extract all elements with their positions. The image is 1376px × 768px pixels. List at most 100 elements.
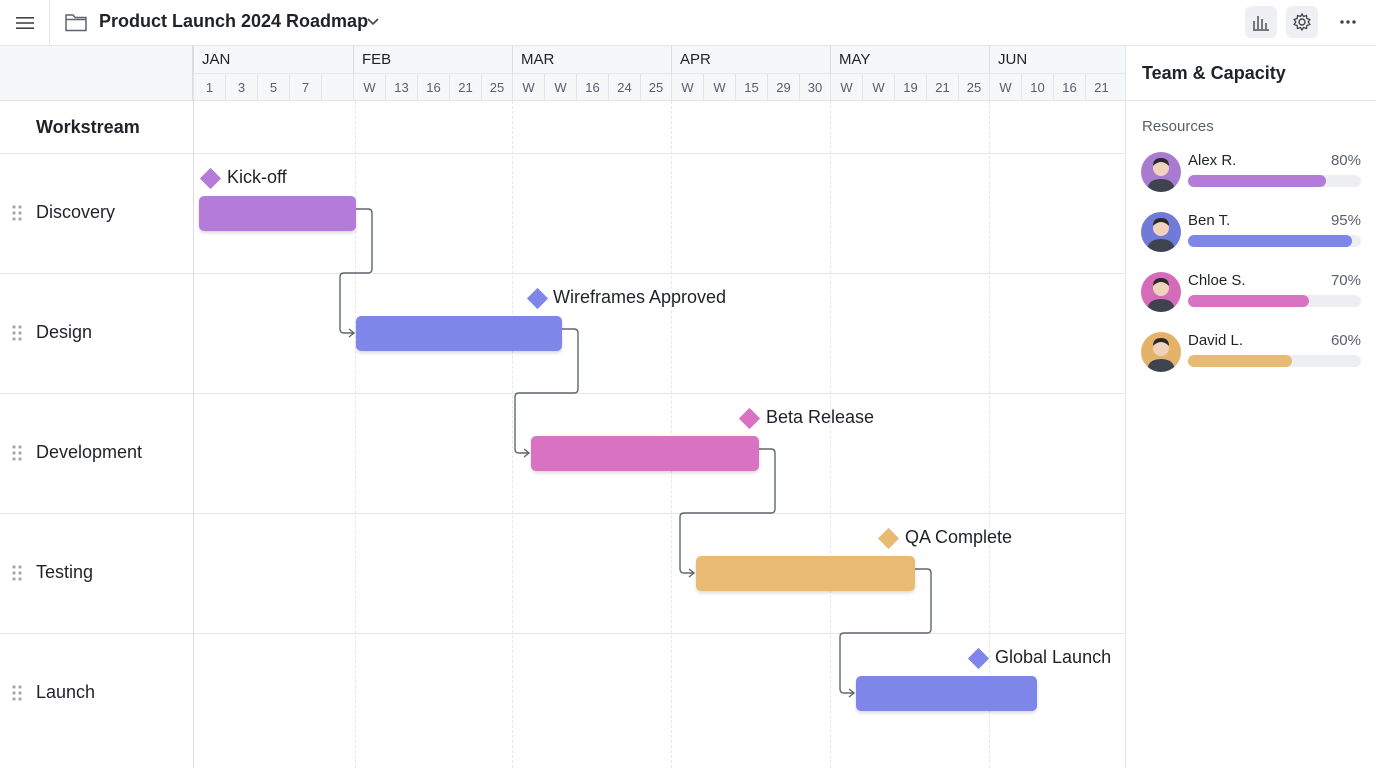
- day-header-cell: 19: [894, 74, 926, 101]
- day-header-cell: W: [989, 74, 1021, 101]
- resource-item[interactable]: Ben T. 95%: [1141, 212, 1366, 256]
- capacity-bar-track: [1188, 235, 1361, 247]
- workstream-development[interactable]: Development: [36, 442, 142, 463]
- avatar: [1141, 332, 1181, 372]
- timeline-header-spacer: [0, 46, 193, 101]
- milestone-label: QA Complete: [905, 527, 1013, 547]
- day-header-cell: W: [830, 74, 862, 101]
- day-header-cell: 25: [640, 74, 671, 101]
- milestone-label: Wireframes Approved: [553, 287, 727, 307]
- day-header-cell: W: [703, 74, 735, 101]
- task-bar-development[interactable]: [531, 436, 759, 471]
- month-header-may: MAY: [830, 46, 989, 74]
- milestone-diamond-icon[interactable]: [877, 527, 899, 549]
- resource-name: David L.: [1188, 332, 1244, 349]
- milestone-diamond-icon[interactable]: [526, 287, 548, 309]
- row-divider: [0, 513, 1125, 514]
- team-capacity-panel: Team & Capacity Resources Alex R. 80% Ben …: [1125, 46, 1376, 768]
- day-header-cell: 21: [449, 74, 481, 101]
- month-gridline: [989, 101, 990, 768]
- day-header-cell: 25: [481, 74, 512, 101]
- task-bar-launch[interactable]: [856, 676, 1037, 711]
- chart-view-button[interactable]: [1245, 6, 1277, 38]
- drag-handle-icon[interactable]: [12, 205, 22, 221]
- capacity-bar-track: [1188, 175, 1361, 187]
- milestone-label: Global Launch: [995, 647, 1112, 667]
- resource-name: Chloe S.: [1188, 272, 1246, 289]
- month-header-apr: APR: [671, 46, 830, 74]
- day-header-cell: W: [353, 74, 385, 101]
- dependency-connectors: [339, 208, 932, 698]
- milestone-diamond-icon[interactable]: [967, 647, 989, 669]
- day-header-cell: 16: [417, 74, 449, 101]
- avatar: [1141, 152, 1181, 192]
- day-header-cell: 1: [193, 74, 225, 101]
- row-divider: [0, 273, 1125, 274]
- day-header-cell: W: [862, 74, 894, 101]
- task-bar-testing[interactable]: [696, 556, 915, 591]
- day-header-cell: 3: [225, 74, 257, 101]
- day-header-cell: 7: [289, 74, 321, 101]
- panel-divider: [1126, 100, 1376, 101]
- more-icon: [1340, 20, 1356, 24]
- menu-button[interactable]: [0, 0, 50, 46]
- month-header-feb: FEB: [353, 46, 512, 74]
- arrow-head-icon: [348, 328, 356, 338]
- capacity-bar-fill: [1188, 175, 1327, 187]
- month-header-jan: JAN: [193, 46, 353, 74]
- day-header-cell: 25: [958, 74, 989, 101]
- arrow-head-icon: [688, 568, 696, 578]
- resource-capacity-percent: 80%: [1330, 152, 1361, 169]
- row-divider: [0, 393, 1125, 394]
- drag-handle-icon[interactable]: [12, 565, 22, 581]
- day-header-cell: 16: [576, 74, 608, 101]
- day-header-cell: 29: [767, 74, 799, 101]
- day-header-cell: W: [671, 74, 703, 101]
- milestone-diamond-icon[interactable]: [199, 167, 221, 189]
- resource-capacity-percent: 70%: [1330, 272, 1361, 289]
- day-header-cell: 5: [257, 74, 289, 101]
- capacity-bar-fill: [1188, 295, 1310, 307]
- capacity-bar-track: [1188, 295, 1361, 307]
- row-divider: [0, 633, 1125, 634]
- day-header-cell: W: [512, 74, 544, 101]
- resource-name: Alex R.: [1188, 152, 1237, 169]
- month-header-mar: MAR: [512, 46, 671, 74]
- resource-item[interactable]: Alex R. 80%: [1141, 152, 1366, 196]
- more-options-button[interactable]: [1332, 6, 1364, 38]
- drag-handle-icon[interactable]: [12, 325, 22, 341]
- drag-handle-icon[interactable]: [12, 445, 22, 461]
- month-gridline: [671, 101, 672, 768]
- resource-name: Ben T.: [1188, 212, 1231, 229]
- arrow-head-icon: [523, 448, 531, 458]
- resources-label: Resources: [1142, 118, 1214, 135]
- chevron-down-icon[interactable]: [366, 14, 380, 30]
- workstream-heading: Workstream: [36, 117, 140, 137]
- avatar: [1141, 212, 1181, 252]
- milestone-label: Beta Release: [766, 407, 875, 427]
- resource-item[interactable]: David L. 60%: [1141, 332, 1366, 376]
- resource-item[interactable]: Chloe S. 70%: [1141, 272, 1366, 316]
- task-bar-discovery[interactable]: [199, 196, 356, 231]
- task-bar-design[interactable]: [356, 316, 562, 351]
- day-header-cell: 10: [1021, 74, 1053, 101]
- resource-capacity-percent: 95%: [1330, 212, 1361, 229]
- panel-title: Team & Capacity: [1142, 63, 1286, 83]
- capacity-bar-fill: [1188, 355, 1292, 367]
- page-title[interactable]: Product Launch 2024 Roadmap: [99, 11, 368, 32]
- day-header-cell: W: [544, 74, 576, 101]
- day-header-cell: 15: [735, 74, 767, 101]
- milestone-diamond-icon[interactable]: [738, 407, 760, 429]
- capacity-bar-track: [1188, 355, 1361, 367]
- day-header-cell: 24: [608, 74, 640, 101]
- workstream-launch[interactable]: Launch: [36, 682, 95, 703]
- day-header-cell: 16: [1053, 74, 1085, 101]
- row-divider: [0, 153, 1125, 154]
- workstream-testing[interactable]: Testing: [36, 562, 93, 583]
- drag-handle-icon[interactable]: [12, 685, 22, 701]
- workstream-design[interactable]: Design: [36, 322, 92, 343]
- workstream-discovery[interactable]: Discovery: [36, 202, 115, 223]
- top-bar: Product Launch 2024 Roadmap: [0, 0, 1376, 46]
- settings-button[interactable]: [1286, 6, 1318, 38]
- milestone-label: Kick-off: [227, 167, 287, 187]
